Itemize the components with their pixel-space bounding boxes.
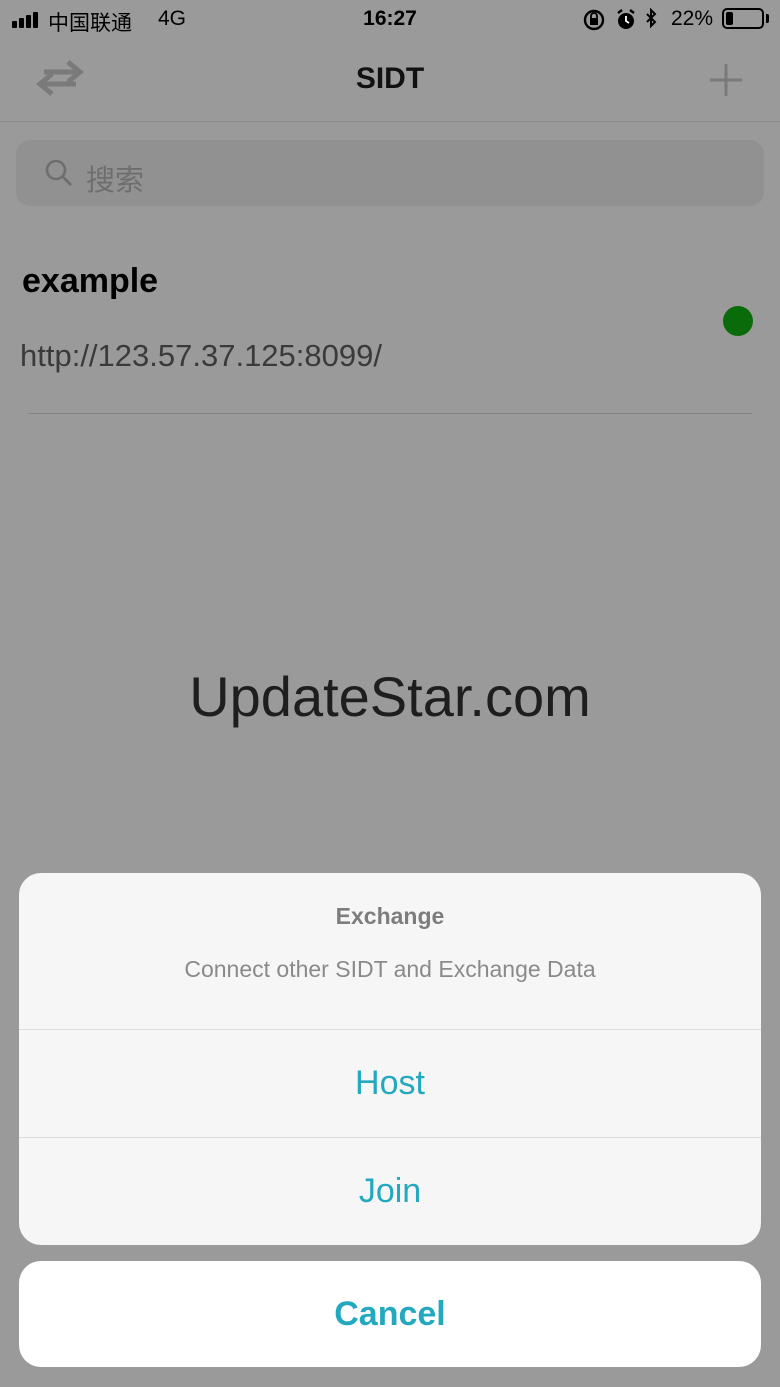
- list-item-title: example: [22, 262, 159, 300]
- watermark-text: UpdateStar.com: [189, 665, 591, 728]
- battery-level-fill: [726, 12, 733, 25]
- search-placeholder: 搜索: [86, 165, 145, 197]
- action-sheet: Exchange Connect other SIDT and Exchange…: [19, 873, 761, 1245]
- alarm-icon: [617, 9, 635, 29]
- page-title: SIDT: [355, 62, 425, 95]
- battery-cap: [766, 14, 769, 23]
- connection-status-indicator: [723, 306, 753, 336]
- list-divider: [28, 413, 752, 414]
- battery-icon: [722, 8, 764, 29]
- search-icon: [45, 159, 72, 186]
- action-sheet-title: Exchange: [335, 903, 445, 929]
- navigation-bar: SIDT: [0, 40, 780, 122]
- battery-percent: 22%: [671, 7, 714, 30]
- bluetooth-icon: [646, 7, 657, 29]
- plus-icon[interactable]: [704, 58, 748, 102]
- status-bar: 中国联通 4G 16:27 22%: [0, 0, 780, 40]
- join-button[interactable]: Join: [19, 1138, 761, 1245]
- action-sheet-header: Exchange Connect other SIDT and Exchange…: [19, 873, 761, 1030]
- orientation-lock-icon: [583, 9, 605, 31]
- status-time: 16:27: [363, 7, 417, 30]
- status-icons: [583, 7, 657, 31]
- list-item-url: http://123.57.37.125:8099/: [20, 338, 382, 373]
- cancel-button[interactable]: Cancel: [19, 1261, 761, 1367]
- host-button[interactable]: Host: [19, 1030, 761, 1138]
- action-sheet-message: Connect other SIDT and Exchange Data: [184, 956, 596, 982]
- search-input[interactable]: 搜索: [16, 140, 764, 206]
